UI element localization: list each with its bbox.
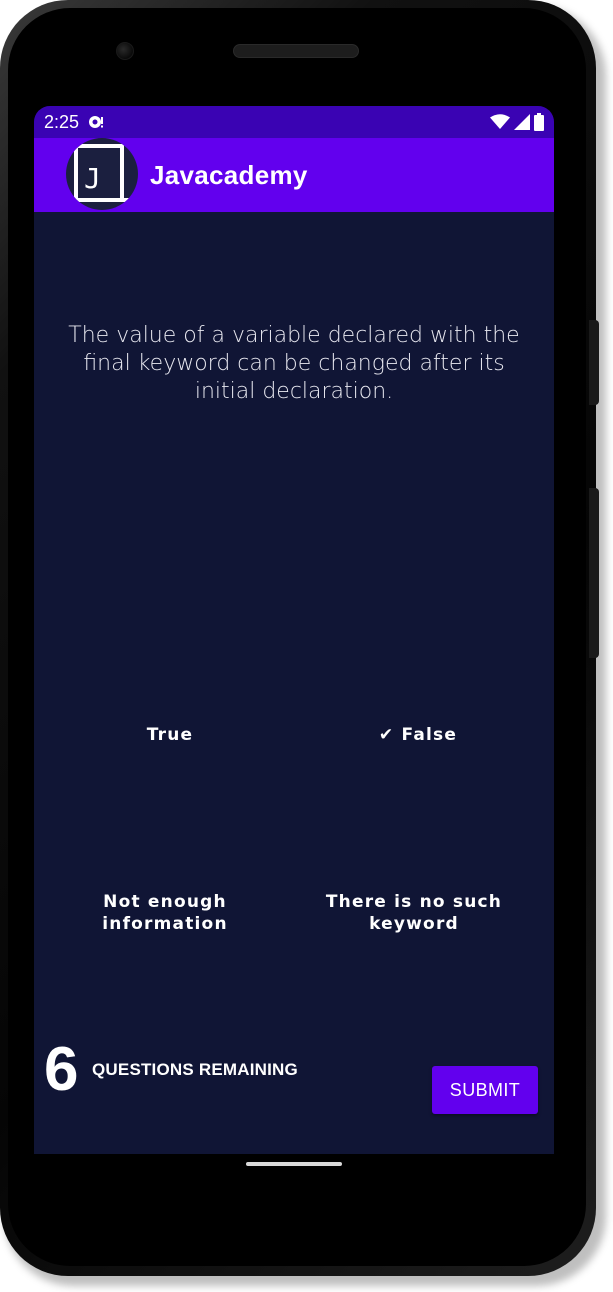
remaining-label: QUESTIONS REMAINING — [92, 1060, 298, 1079]
home-gesture-handle[interactable] — [246, 1162, 342, 1166]
app-bar: J Javacademy — [34, 138, 554, 212]
answer-label: False — [401, 725, 458, 745]
app-screen: 2:25 J Javacademy The value of a variabl… — [34, 106, 554, 1154]
wifi-icon — [490, 114, 510, 135]
answer-option-false[interactable]: ✔ False — [308, 724, 528, 746]
answer-label: Not enough information — [102, 892, 228, 934]
remaining-count: 6 — [44, 1035, 79, 1104]
submit-button[interactable]: SUBMIT — [432, 1066, 538, 1114]
cell-signal-icon — [514, 114, 530, 135]
volume-button — [589, 488, 599, 658]
cast-notification-icon — [88, 114, 104, 130]
answer-option-true[interactable]: True — [60, 724, 280, 746]
front-camera — [116, 42, 134, 60]
status-icons — [490, 113, 544, 136]
logo-letter: J — [84, 162, 101, 195]
answer-option-no-such-keyword[interactable]: There is no such keyword — [304, 891, 524, 935]
app-logo: J — [66, 138, 138, 210]
checkmark-icon: ✔ — [378, 725, 402, 745]
answer-label: There is no such keyword — [325, 892, 503, 934]
answer-option-not-enough-information[interactable]: Not enough information — [55, 891, 275, 935]
power-button — [589, 320, 599, 405]
answer-label: True — [146, 725, 194, 745]
earpiece-speaker — [233, 44, 359, 58]
question-text: The value of a variable declared with th… — [68, 323, 520, 404]
battery-icon — [534, 113, 544, 136]
status-bar: 2:25 — [34, 106, 554, 138]
status-time: 2:25 — [44, 112, 80, 132]
app-title: Javacademy — [150, 160, 308, 190]
navigation-bar — [34, 1154, 554, 1184]
